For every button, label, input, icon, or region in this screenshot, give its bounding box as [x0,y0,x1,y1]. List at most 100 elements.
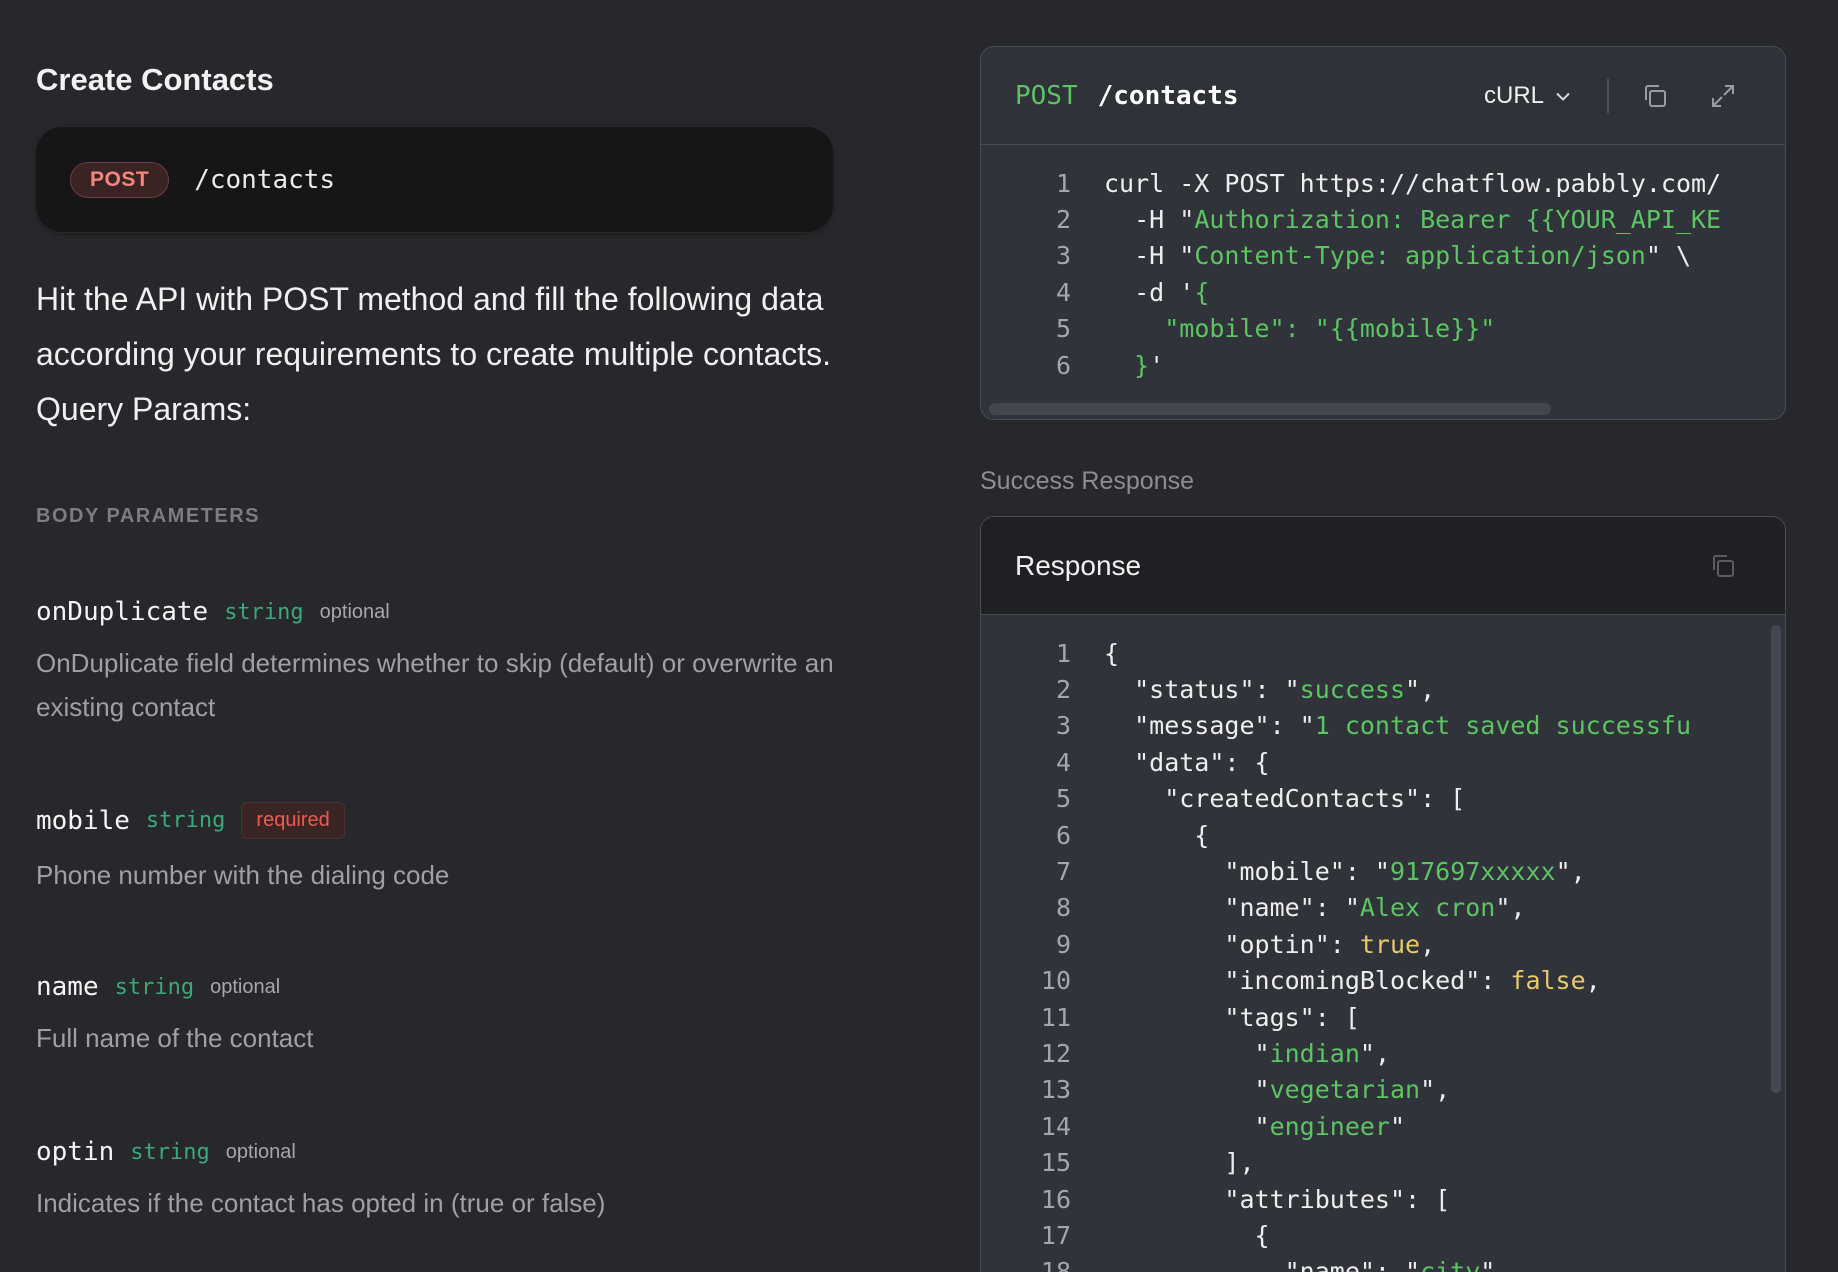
param-type: string [224,599,304,625]
request-method: POST [1015,80,1078,111]
expand-icon[interactable] [1703,76,1743,116]
param-name-field: name string optional Full name of the co… [36,972,856,1060]
line-number: 5 [1055,784,1071,814]
param-description: Indicates if the contact has opted in (t… [36,1188,606,1218]
code-line: 4 "data": { [981,744,1785,780]
code-line: 1{ [981,635,1785,671]
copy-icon[interactable] [1703,546,1743,586]
line-number: 11 [1040,1002,1071,1032]
code-text: ], [1104,1148,1255,1178]
code-text: "vegetarian", [1104,1075,1451,1105]
line-number: 6 [1055,820,1071,850]
code-line: 12 "indian", [981,1035,1785,1071]
param-type: string [145,808,226,833]
param-mobile: mobile string required Phone number with… [36,802,856,897]
line-number: 13 [1040,1075,1071,1105]
param-optional-badge: optional [319,600,390,623]
code-line: 4 -d '{ [1055,277,1210,307]
code-line: 5 "mobile": "{{mobile}}" [1055,314,1496,344]
code-text: curl -X POST https://chatflow.pabbly.com… [1104,168,1722,198]
code-text: -H "Content-Type: application/json" \ [1104,241,1692,271]
code-text: "status": "success", [1104,675,1436,705]
code-text: "tags": [ [1104,1002,1360,1032]
success-response-label: Success Response [980,467,1195,495]
code-text: "message": "1 contact saved successfu [1104,711,1692,741]
horizontal-scrollbar[interactable] [989,403,1551,415]
param-description: Phone number with the dialing code [36,860,450,890]
language-select-value: cURL [1484,82,1545,109]
line-number: 7 [1055,857,1071,887]
code-line: 5 "createdContacts": [ [981,781,1785,817]
code-line: 8 "name": "Alex cron", [981,890,1785,926]
line-number: 14 [1040,1111,1071,1141]
code-line: 17 { [981,1217,1785,1253]
response-code-card: Response 1{2 "status": "success", 3 "mess… [980,516,1786,1272]
code-text: "indian", [1104,1038,1391,1068]
code-line: 3 -H "Content-Type: application/json" \ [1055,241,1692,271]
param-required-badge: required [241,802,345,839]
param-type: string [114,974,195,1000]
param-optional-badge: optional [210,975,281,998]
code-line: 2 -H "Authorization: Bearer {{YOUR_API_K… [1055,205,1722,235]
code-line: 3 "message": "1 contact saved successfu [981,708,1785,744]
code-line: 10 "incomingBlocked": false, [981,963,1785,999]
code-text: "createdContacts": [ [1104,784,1466,814]
page-title: Create Contacts [36,62,274,97]
code-text: -H "Authorization: Bearer {{YOUR_API_KE [1104,205,1722,235]
code-line: 18 "name": "city", [981,1254,1785,1272]
param-type: string [130,1139,210,1165]
request-code-card: POST /contacts cURL 1 curl -X POST https:… [980,46,1786,420]
code-text: { [1104,820,1210,850]
code-text: "optin": true, [1104,929,1436,959]
language-select[interactable]: cURL [1484,47,1570,145]
code-line: 14 "engineer" [981,1108,1785,1144]
line-number: 3 [1055,711,1071,741]
code-line: 2 "status": "success", [981,671,1785,707]
param-optin: optin string optional Indicates if the c… [36,1137,856,1225]
code-line: 11 "tags": [ [981,999,1785,1035]
code-text: "data": { [1104,747,1270,777]
param-name: mobile [36,805,130,836]
chevron-down-icon [1556,88,1570,104]
body-parameters-heading: BODY PARAMETERS [36,505,261,527]
param-onduplicate: onDuplicate string optional OnDuplicate … [36,597,856,729]
code-line: 6 }' [1055,350,1165,380]
response-code-block: 1{2 "status": "success", 3 "message": "1 … [981,615,1785,1272]
code-line: 15 ], [981,1144,1785,1180]
code-text: "name": "city", [1104,1257,1511,1272]
code-text: "name": "Alex cron", [1104,893,1526,923]
code-line: 1 curl -X POST https://chatflow.pabbly.co… [1055,168,1722,198]
copy-icon[interactable] [1635,76,1675,116]
response-card-header: Response [981,517,1785,615]
line-number: 18 [1040,1257,1071,1272]
line-number: 9 [1055,929,1071,959]
code-text: }' [1134,350,1165,380]
line-number: 17 [1040,1220,1071,1250]
param-optional-badge: optional [225,1140,296,1163]
code-text: "engineer" [1104,1111,1406,1141]
line-number: 16 [1040,1184,1071,1214]
line-number: 10 [1040,966,1071,996]
vertical-scrollbar[interactable] [1771,625,1781,1093]
code-text: "incomingBlocked": false, [1104,966,1601,996]
code-text: "mobile": "{{mobile}}" [1164,314,1496,344]
endpoint-box: POST /contacts [36,127,833,232]
line-number: 2 [1055,675,1071,705]
param-description: OnDuplicate field determines whether to … [36,648,834,722]
endpoint-description: Hit the API with POST method and fill th… [36,281,832,427]
code-text: "mobile": "917697xxxxx", [1104,857,1586,887]
request-path: /contacts [1097,80,1239,111]
code-line: 16 "attributes": [ [981,1181,1785,1217]
code-text: -d '{ [1104,277,1210,307]
endpoint-path: /contacts [194,164,336,195]
code-text: "attributes": [ [1104,1184,1451,1214]
line-number: 12 [1040,1038,1071,1068]
line-number: 8 [1055,893,1071,923]
code-line: 6 { [981,817,1785,853]
line-number: 4 [1055,747,1071,777]
code-line: 9 "optin": true, [981,926,1785,962]
header-divider [1607,79,1609,113]
request-card-header: POST /contacts cURL [981,47,1785,145]
response-title: Response [1015,549,1142,581]
request-code-block: 1 curl -X POST https://chatflow.pabbly.co… [981,145,1785,383]
